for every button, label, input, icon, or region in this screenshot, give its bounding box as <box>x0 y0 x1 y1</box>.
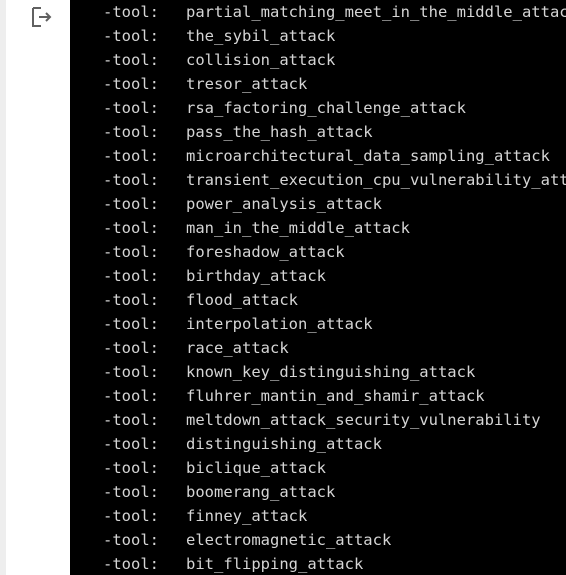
line-prefix: -tool: <box>103 411 159 429</box>
output-area[interactable]: -tool: partial_matching_meet_in_the_middl… <box>70 0 566 575</box>
line-value: birthday_attack <box>186 267 326 285</box>
line-prefix: -tool: <box>103 51 159 69</box>
line-prefix: -tool: <box>103 267 159 285</box>
notebook-cell-output: -tool: partial_matching_meet_in_the_middl… <box>0 0 566 575</box>
line-prefix: -tool: <box>103 291 159 309</box>
line-prefix: -tool: <box>103 435 159 453</box>
line-prefix: -tool: <box>103 363 159 381</box>
line-prefix: -tool: <box>103 531 159 549</box>
line-prefix: -tool: <box>103 75 159 93</box>
line-value: rsa_factoring_challenge_attack <box>186 99 466 117</box>
line-value: tresor_attack <box>186 75 308 93</box>
line-prefix: -tool: <box>103 3 159 21</box>
line-prefix: -tool: <box>103 195 159 213</box>
line-value: man_in_the_middle_attack <box>186 219 410 237</box>
line-value: microarchitectural_data_sampling_attack <box>186 147 550 165</box>
line-prefix: -tool: <box>103 387 159 405</box>
line-prefix: -tool: <box>103 243 159 261</box>
line-value: known_key_distinguishing_attack <box>186 363 476 381</box>
line-value: partial_matching_meet_in_the_middle_atta… <box>186 3 566 21</box>
line-prefix: -tool: <box>103 147 159 165</box>
line-prefix: -tool: <box>103 99 159 117</box>
line-value: pass_the_hash_attack <box>186 123 373 141</box>
line-prefix: -tool: <box>103 123 159 141</box>
line-value: foreshadow_attack <box>186 243 345 261</box>
line-value: bit_flipping_attack <box>186 555 364 573</box>
line-value: the_sybil_attack <box>186 27 336 45</box>
output-arrow-icon[interactable] <box>30 5 54 29</box>
line-prefix: -tool: <box>103 483 159 501</box>
line-prefix: -tool: <box>103 219 159 237</box>
line-value: biclique_attack <box>186 459 326 477</box>
line-value: collision_attack <box>186 51 336 69</box>
line-value: finney_attack <box>186 507 308 525</box>
line-prefix: -tool: <box>103 507 159 525</box>
line-value: race_attack <box>186 339 289 357</box>
line-prefix: -tool: <box>103 555 159 573</box>
line-prefix: -tool: <box>103 459 159 477</box>
line-value: boomerang_attack <box>186 483 336 501</box>
line-value: meltdown_attack_security_vulnerability <box>186 411 541 429</box>
line-value: flood_attack <box>186 291 298 309</box>
line-prefix: -tool: <box>103 339 159 357</box>
line-value: electromagnetic_attack <box>186 531 392 549</box>
line-value: transient_execution_cpu_vulnerability_at… <box>186 171 566 189</box>
line-prefix: -tool: <box>103 171 159 189</box>
line-value: fluhrer_mantin_and_shamir_attack <box>186 387 485 405</box>
line-value: power_analysis_attack <box>186 195 382 213</box>
line-prefix: -tool: <box>103 315 159 333</box>
line-prefix: -tool: <box>103 27 159 45</box>
output-gutter <box>6 0 70 575</box>
line-value: distinguishing_attack <box>186 435 382 453</box>
line-value: interpolation_attack <box>186 315 373 333</box>
